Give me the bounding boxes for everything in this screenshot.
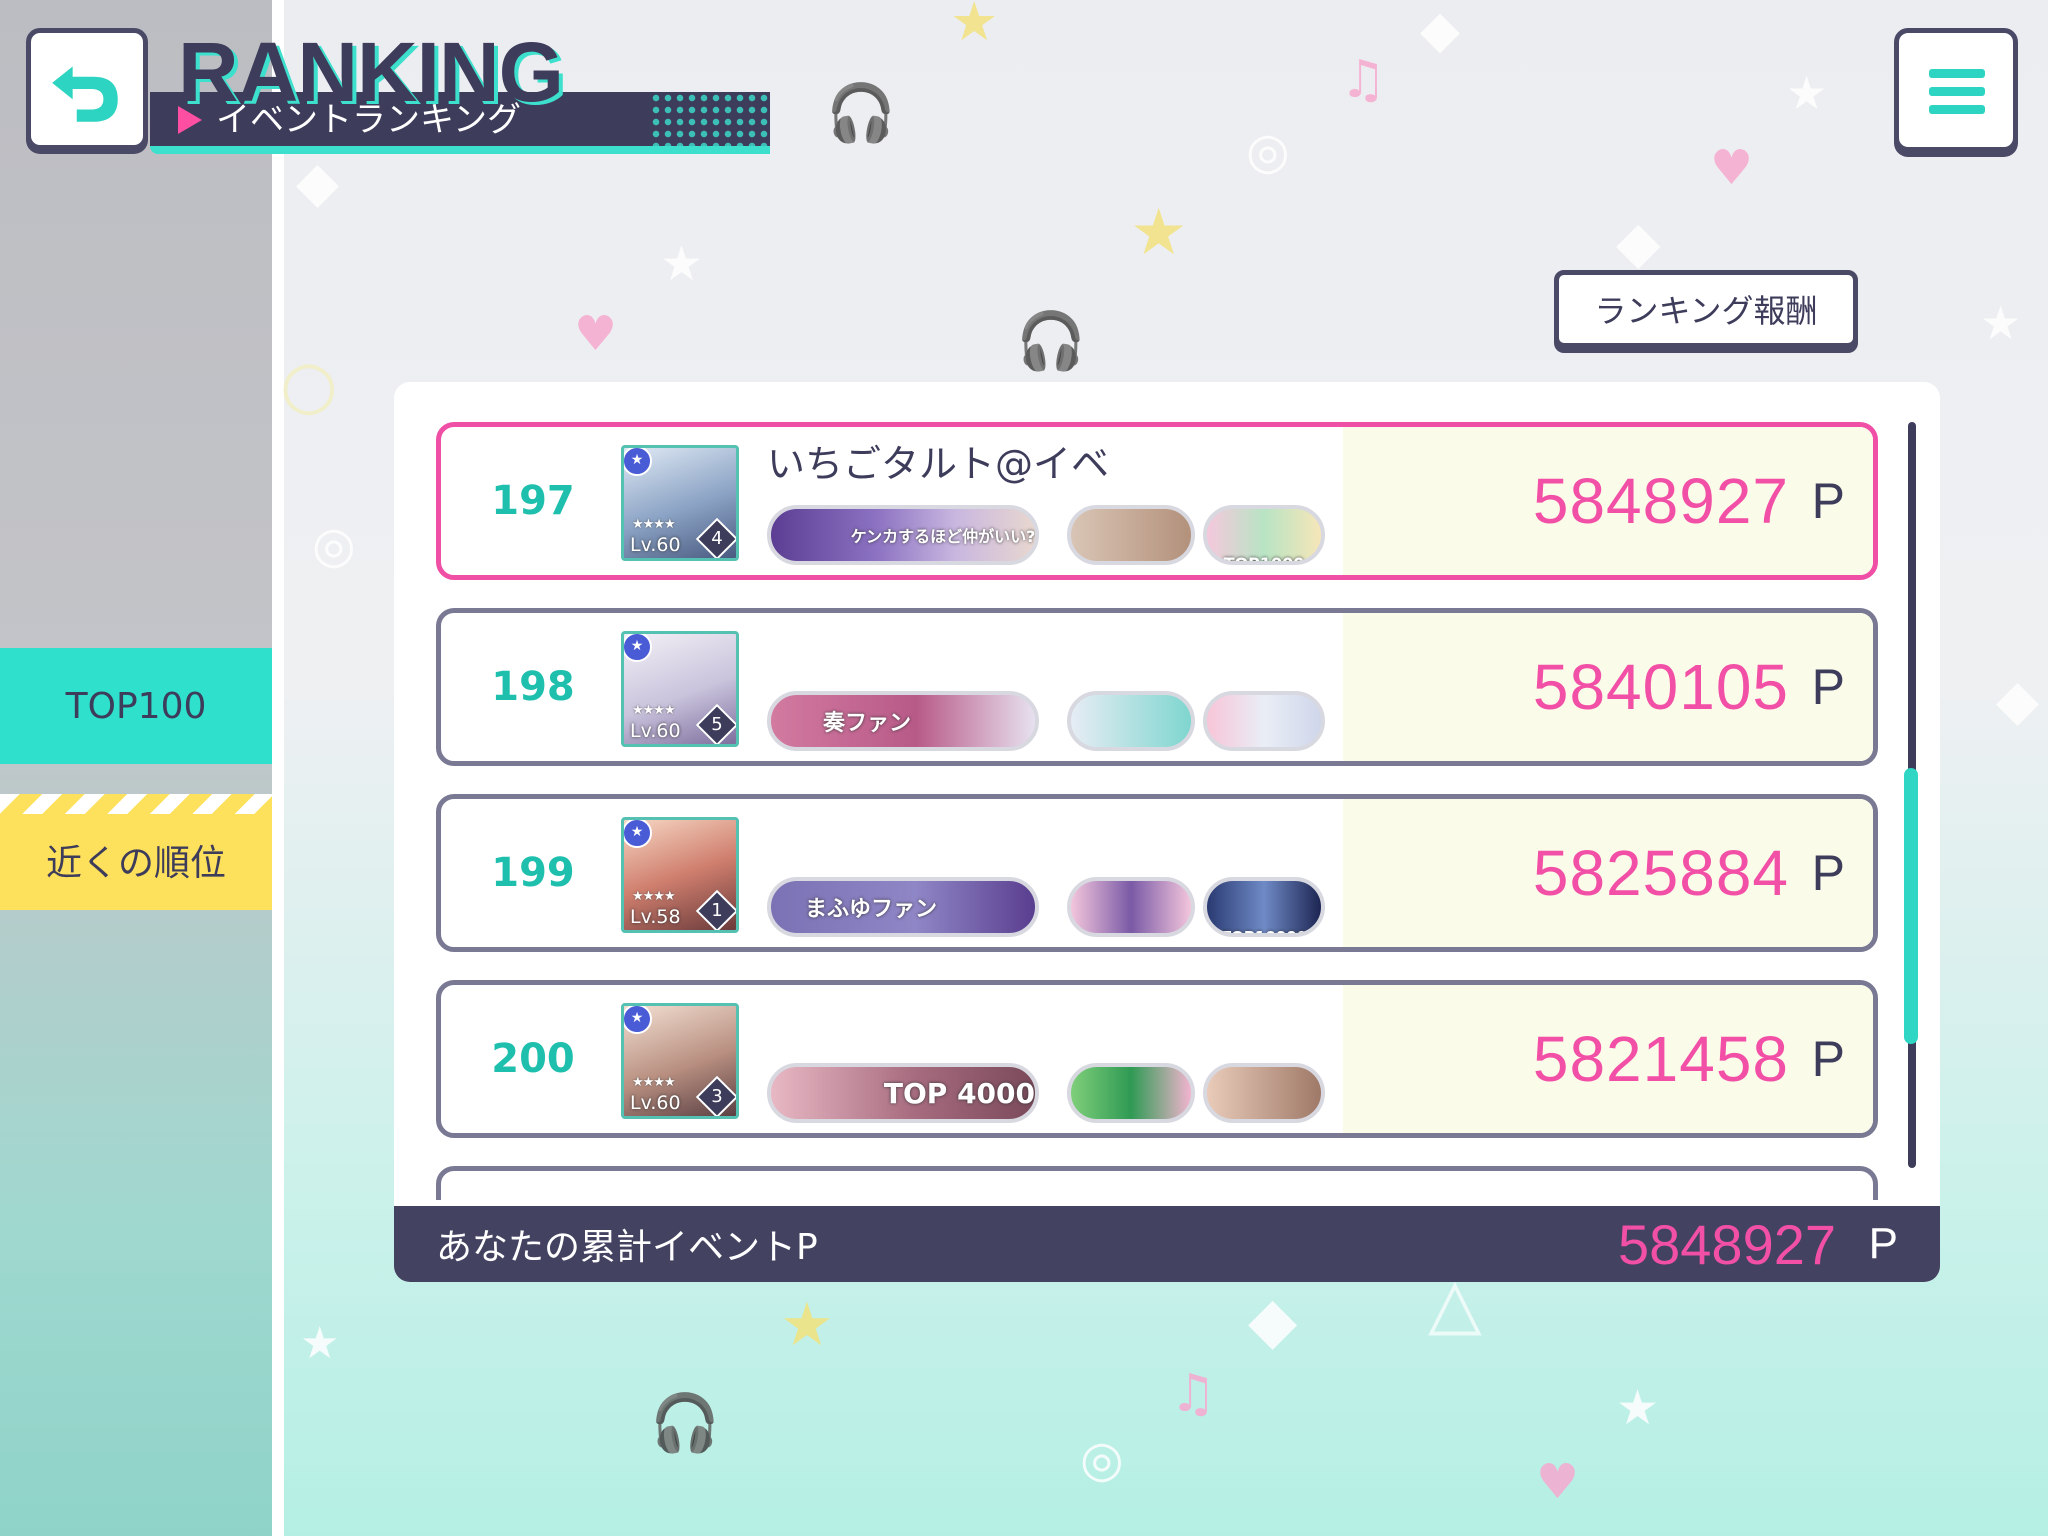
headphones-decoration-icon: 🎧 xyxy=(650,1391,720,1456)
rarity-stars-icon: ★★★★ xyxy=(632,517,676,532)
master-rank-badge: 4 xyxy=(695,517,736,558)
rarity-stars-icon: ★★★★ xyxy=(632,889,676,904)
rank-number: 197 xyxy=(491,478,575,524)
title-badge: TOP1000 xyxy=(1203,505,1325,565)
player-avatar[interactable]: ★ ★★★★ Lv.60 5 xyxy=(621,631,739,747)
player-avatar[interactable]: ★ ★★★★ Lv.60 4 xyxy=(621,445,739,561)
diamond-decoration-icon: ◆ xyxy=(1616,208,1661,276)
star-decoration-icon: ★ xyxy=(1980,296,2022,350)
rarity-stars-icon: ★★★★ xyxy=(632,703,676,718)
hamburger-menu-icon xyxy=(1929,105,1985,114)
hamburger-menu-icon xyxy=(1929,69,1985,78)
back-button[interactable] xyxy=(26,28,148,150)
headphones-decoration-icon: 🎧 xyxy=(1016,309,1086,374)
back-arrow-icon xyxy=(52,66,118,122)
circle-decoration-icon: ○ xyxy=(280,346,338,423)
title-badge: TOP10000 xyxy=(1203,877,1325,937)
total-points-bar: あなたの累計イベントP 5848927 P xyxy=(394,1206,1940,1282)
player-avatar[interactable]: ★ ★★★★ Lv.58 1 xyxy=(621,817,739,933)
player-name: いちごタルト@イベ xyxy=(767,442,1110,486)
master-rank-badge: 1 xyxy=(695,889,736,930)
headphones-decoration-icon: 🎧 xyxy=(826,81,896,146)
event-score: 5848927 xyxy=(1532,465,1789,537)
star-badge-icon: ★ xyxy=(624,820,652,848)
ranking-row[interactable]: 198 ★ ★★★★ Lv.60 5 奏ファン 5840105 P xyxy=(436,608,1878,766)
star-decoration-icon: ★ xyxy=(300,1318,340,1369)
rank-number: 198 xyxy=(491,664,575,710)
event-score: 5840105 xyxy=(1532,651,1789,723)
card-level: Lv.60 xyxy=(630,534,681,556)
rank-number: 200 xyxy=(491,1036,575,1082)
star-decoration-icon: ★ xyxy=(660,236,704,292)
event-score: 5825884 xyxy=(1532,837,1789,909)
heart-decoration-icon: ♥ xyxy=(1536,1454,1580,1510)
page-title: RANKING xyxy=(178,25,564,119)
score-unit: P xyxy=(1811,473,1845,529)
music-note-decoration-icon: ♫ xyxy=(1170,1364,1217,1424)
music-note-decoration-icon: ♫ xyxy=(1340,50,1387,110)
card-level: Lv.58 xyxy=(630,906,681,928)
tab-label: TOP100 xyxy=(65,685,207,727)
tab-label: 近くの順位 xyxy=(45,843,226,884)
score-unit: P xyxy=(1811,659,1845,715)
tab-nearby-rank[interactable]: 近くの順位 xyxy=(0,794,272,910)
ranking-row[interactable]: 199 ★ ★★★★ Lv.58 1 まふゆファン TOP10000 58258… xyxy=(436,794,1878,952)
diamond-decoration-icon: ◆ xyxy=(1420,0,1460,60)
title-badge xyxy=(1067,877,1195,937)
ranking-row[interactable]: 197 ★ ★★★★ Lv.60 4 いちごタルト@イベ ケンカするほど仲がいい… xyxy=(436,422,1878,580)
ranking-list[interactable]: 197 ★ ★★★★ Lv.60 4 いちごタルト@イベ ケンカするほど仲がいい… xyxy=(394,382,1940,1200)
score-unit: P xyxy=(1811,1031,1845,1087)
ranking-reward-button[interactable]: ランキング報酬 xyxy=(1554,270,1858,348)
dot-pattern xyxy=(650,92,770,146)
title-block: イベントランキング RANKING xyxy=(150,24,780,164)
total-points-unit: P xyxy=(1868,1219,1898,1268)
title-badge: まふゆファン xyxy=(767,877,1039,937)
star-decoration-icon: ★ xyxy=(1786,66,1828,120)
title-badge xyxy=(1067,505,1195,565)
title-badge xyxy=(1203,691,1325,751)
rarity-stars-icon: ★★★★ xyxy=(632,1075,676,1090)
master-rank-badge: 5 xyxy=(695,703,736,744)
ranking-row[interactable] xyxy=(436,1166,1878,1200)
title-badge: TOP 4000 xyxy=(767,1063,1039,1123)
hamburger-menu-icon xyxy=(1929,87,1985,96)
disc-decoration-icon: ◎ xyxy=(1080,1430,1124,1488)
title-badge: ケンカするほど仲がいい? xyxy=(767,505,1039,565)
title-badge xyxy=(1067,691,1195,751)
title-badge: 奏ファン xyxy=(767,691,1039,751)
score-unit: P xyxy=(1811,845,1845,901)
star-badge-icon: ★ xyxy=(624,448,652,476)
card-level: Lv.60 xyxy=(630,720,681,742)
card-level: Lv.60 xyxy=(630,1092,681,1114)
star-wreath-decoration-icon: ★ xyxy=(950,0,999,53)
disc-decoration-icon: ◎ xyxy=(1246,122,1290,180)
star-wreath-decoration-icon: ★ xyxy=(780,1290,834,1360)
scrollbar-thumb[interactable] xyxy=(1904,768,1918,1044)
star-badge-icon: ★ xyxy=(624,634,652,662)
stripe-pattern xyxy=(0,794,272,814)
star-wreath-decoration-icon: ★ xyxy=(1130,196,1188,270)
diamond-decoration-icon: ◆ xyxy=(1996,668,2040,733)
heart-decoration-icon: ♥ xyxy=(1710,140,1754,196)
side-panel xyxy=(0,0,284,1536)
star-decoration-icon: ★ xyxy=(1616,1380,1660,1436)
star-badge-icon: ★ xyxy=(624,1006,652,1034)
disc-decoration-icon: ◎ xyxy=(312,516,356,574)
title-badge xyxy=(1203,1063,1325,1123)
ranking-row[interactable]: 200 ★ ★★★★ Lv.60 3 TOP 4000 5821458 P xyxy=(436,980,1878,1138)
total-points-label: あなたの累計イベントP xyxy=(436,1227,818,1268)
menu-button[interactable] xyxy=(1894,28,2018,152)
player-avatar[interactable]: ★ ★★★★ Lv.60 3 xyxy=(621,1003,739,1119)
heart-decoration-icon: ♥ xyxy=(574,306,618,362)
ranking-panel: 197 ★ ★★★★ Lv.60 4 いちごタルト@イベ ケンカするほど仲がいい… xyxy=(394,382,1940,1282)
event-score: 5821458 xyxy=(1532,1023,1789,1095)
tab-top100[interactable]: TOP100 xyxy=(0,648,272,764)
diamond-decoration-icon: ◆ xyxy=(1248,1284,1298,1358)
title-badge xyxy=(1067,1063,1195,1123)
rank-number: 199 xyxy=(491,850,575,896)
total-points-value: 5848927 xyxy=(1617,1212,1836,1276)
master-rank-badge: 3 xyxy=(695,1075,736,1116)
